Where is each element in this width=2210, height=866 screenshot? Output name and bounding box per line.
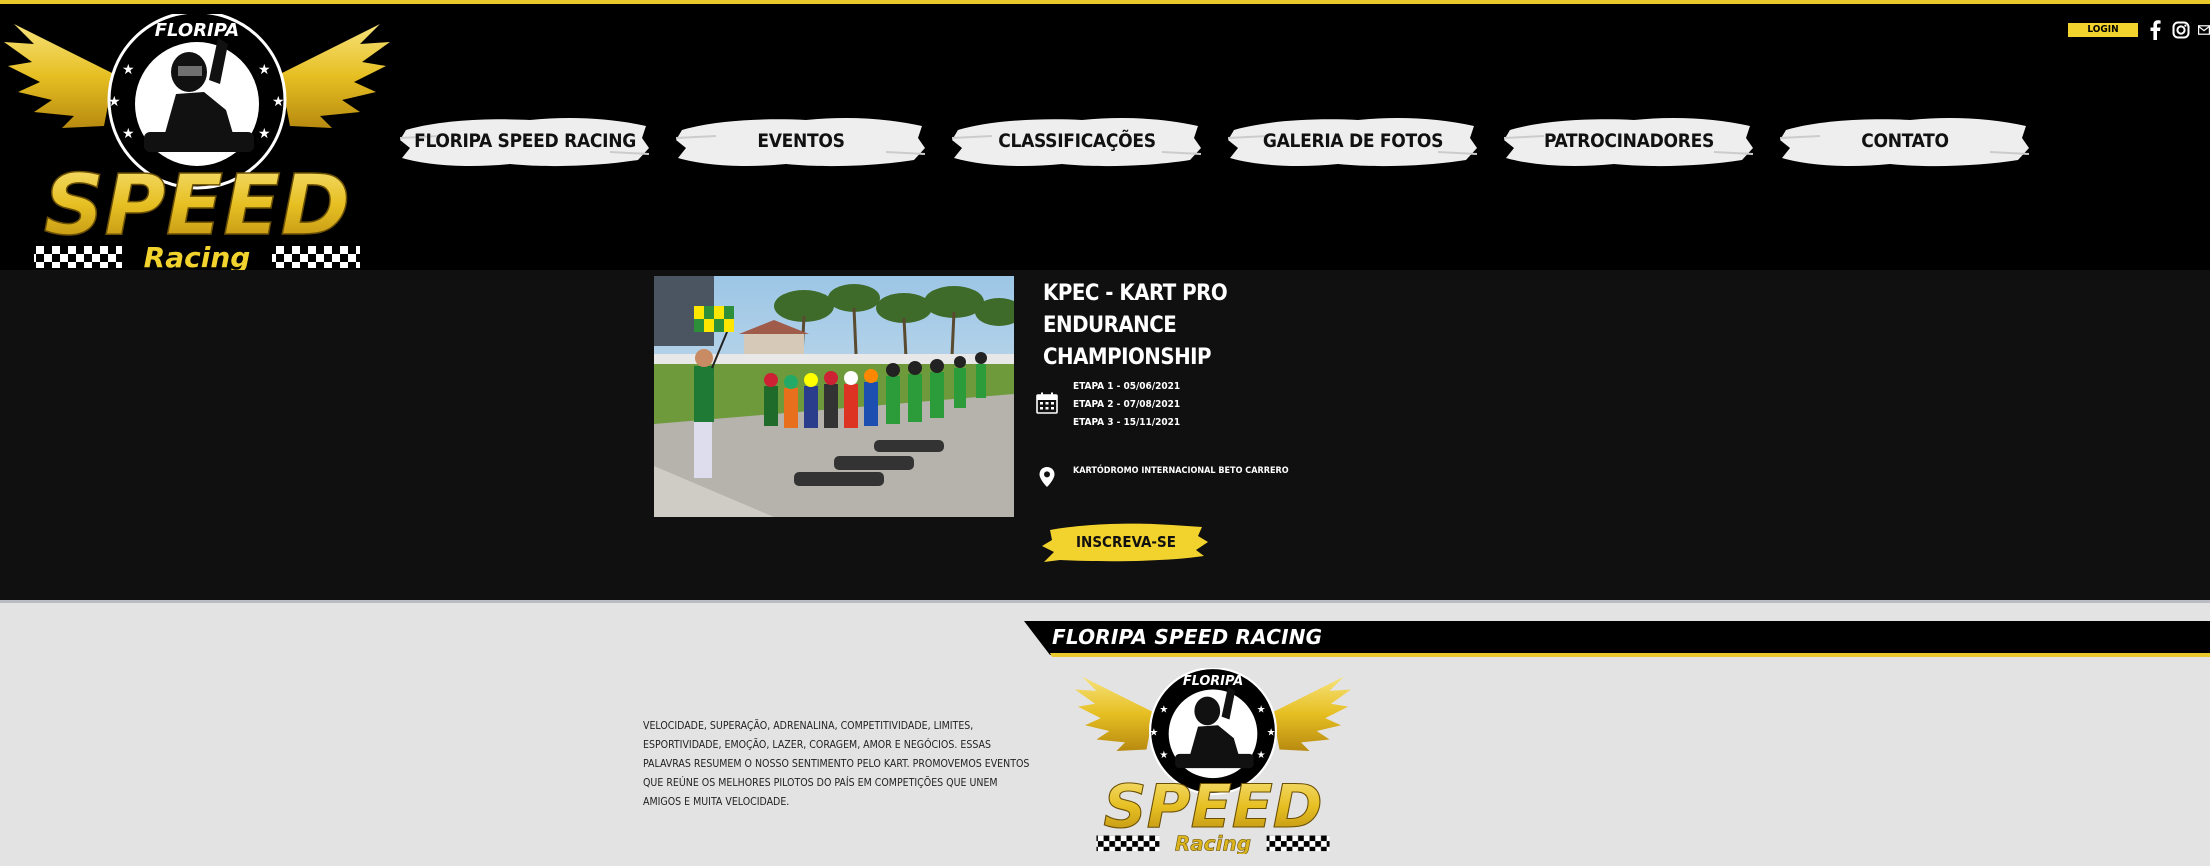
svg-text:★: ★ — [1159, 704, 1168, 715]
stage-item: ETAPA 3 - 15/11/2021 — [1073, 417, 1181, 428]
svg-text:★: ★ — [1149, 727, 1158, 738]
inscreva-se-button[interactable]: INSCREVA-SE — [1042, 518, 1210, 566]
svg-text:★: ★ — [108, 94, 121, 110]
svg-text:★: ★ — [122, 126, 135, 142]
stage-item: ETAPA 2 - 07/08/2021 — [1073, 399, 1181, 410]
event-venue: KARTÓDROMO INTERNACIONAL BETO CARRERO — [1073, 466, 1289, 476]
event-photo[interactable] — [654, 276, 1014, 517]
footer-logo-top-text: FLORIPA — [1183, 674, 1243, 689]
footer-brand: FLORIPA SPEED RACING — [1052, 625, 1323, 649]
nav-item-contato[interactable]: CONTATO — [1780, 108, 2030, 174]
svg-text:★: ★ — [1159, 750, 1168, 761]
nav-label: FLORIPA SPEED RACING — [414, 130, 636, 152]
footer-speed-racing-logo: ★★★ ★★★ FLORIPA SPEED Racing — [1075, 668, 1351, 854]
mail-icon[interactable] — [2198, 20, 2210, 40]
login-button[interactable]: LOGIN — [2068, 23, 2138, 37]
site-header: ★ ★ ★ ★ ★ ★ FLORIPA SPEED Racing LOGIN F… — [0, 0, 2210, 270]
nav-label: PATROCINADORES — [1543, 130, 1714, 152]
event-stages: ETAPA 1 - 05/06/2021 ETAPA 2 - 07/08/202… — [1073, 378, 1180, 432]
event-title-line: KPEC - KART PRO ENDURANCE — [1043, 281, 1228, 338]
site-footer: FLORIPA SPEED RACING VELOCIDADE, SUPERAÇ… — [0, 600, 2210, 866]
svg-text:★: ★ — [1267, 727, 1276, 738]
logo-sub-text: Racing — [144, 241, 251, 270]
svg-text:★: ★ — [272, 94, 285, 110]
svg-text:★: ★ — [1257, 704, 1266, 715]
stage-item: ETAPA 1 - 05/06/2021 — [1073, 381, 1181, 392]
nav-item-patrocinadores[interactable]: PATROCINADORES — [1504, 108, 1754, 174]
svg-text:★: ★ — [122, 62, 135, 78]
svg-text:★: ★ — [258, 126, 271, 142]
svg-text:★: ★ — [258, 62, 271, 78]
nav-item-floripa-speed-racing[interactable]: FLORIPA SPEED RACING — [400, 108, 650, 174]
main-nav: FLORIPA SPEED RACING EVENTOS CLASSIFICAÇ… — [400, 108, 2030, 174]
nav-label: EVENTOS — [757, 130, 845, 152]
logo-top-text: FLORIPA — [155, 20, 239, 41]
utility-bar: LOGIN — [2068, 20, 2210, 40]
instagram-icon[interactable] — [2172, 20, 2190, 40]
nav-item-eventos[interactable]: EVENTOS — [676, 108, 926, 174]
nav-item-classificacoes[interactable]: CLASSIFICAÇÕES — [952, 108, 1202, 174]
footer-logo-sub-text: Racing — [1175, 831, 1251, 854]
facebook-icon[interactable] — [2146, 20, 2164, 40]
nav-label: GALERIA DE FOTOS — [1262, 130, 1444, 152]
event-section: KPEC - KART PRO ENDURANCE CHAMPIONSHIP E… — [0, 270, 2210, 600]
event-title: KPEC - KART PRO ENDURANCE CHAMPIONSHIP — [1043, 278, 1363, 374]
inscreva-se-label: INSCREVA-SE — [1076, 533, 1176, 551]
logo-main-text: SPEED — [44, 156, 351, 254]
speed-racing-logo[interactable]: ★★★ ★★★ FLORIPA SPEED Racing — [4, 14, 390, 270]
nav-label: CLASSIFICAÇÕES — [998, 130, 1156, 152]
calendar-icon — [1036, 392, 1058, 414]
footer-description: VELOCIDADE, SUPERAÇÃO, ADRENALINA, COMPE… — [643, 720, 1030, 808]
nav-item-galeria-de-fotos[interactable]: GALERIA DE FOTOS — [1228, 108, 1478, 174]
nav-label: CONTATO — [1861, 130, 1949, 152]
location-pin-icon — [1039, 467, 1055, 487]
svg-text:★: ★ — [1257, 750, 1266, 761]
event-title-line: CHAMPIONSHIP — [1043, 345, 1212, 370]
